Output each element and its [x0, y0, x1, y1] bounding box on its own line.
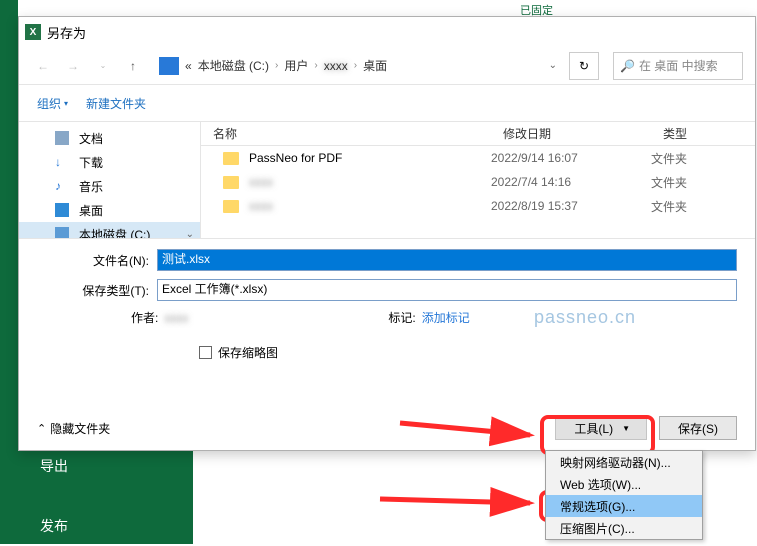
file-date: 2022/9/14 16:07: [491, 151, 651, 165]
file-list[interactable]: 名称 修改日期 类型 PassNeo for PDF 2022/9/14 16:…: [201, 122, 755, 238]
breadcrumb-sep-icon: ›: [275, 60, 278, 71]
breadcrumb-username[interactable]: xxxx: [324, 59, 348, 73]
file-list-header: 名称 修改日期 类型: [201, 122, 755, 146]
tags-label: 标记:: [388, 309, 415, 326]
save-form: 文件名(N): 测试.xlsx 保存类型(T): Excel 工作簿(*.xls…: [19, 239, 755, 367]
search-input[interactable]: 🔍 在 桌面 中搜索: [613, 52, 743, 80]
sidebar-item-music[interactable]: ♪ 音乐: [19, 174, 200, 198]
breadcrumb-sep-icon: ›: [314, 60, 317, 71]
music-icon: ♪: [55, 179, 69, 193]
tools-dropdown-button[interactable]: 工具(L) ▼: [555, 416, 647, 440]
folder-icon: [223, 200, 239, 213]
watermark-text: passneo.cn: [534, 307, 636, 328]
file-type: 文件夹: [651, 174, 755, 191]
filename-input[interactable]: 测试.xlsx: [157, 249, 737, 271]
filetype-label: 保存类型(T):: [37, 282, 157, 299]
dialog-titlebar: X 另存为: [19, 17, 755, 47]
drive-icon: [55, 227, 69, 238]
desktop-icon: [55, 203, 69, 217]
search-icon: 🔍: [620, 59, 635, 73]
sidebar-item-label: 文档: [79, 130, 103, 147]
hide-folders-toggle[interactable]: 隐藏文件夹: [37, 420, 110, 437]
folder-tree[interactable]: 文档 ↓ 下载 ♪ 音乐 桌面 本地磁盘 (C:) ⌄: [19, 122, 201, 238]
annotation-arrow: [380, 487, 550, 520]
breadcrumb-users[interactable]: 用户: [284, 57, 308, 74]
explorer-toolbar: 组织▾ 新建文件夹: [19, 85, 755, 121]
author-value[interactable]: xxxx: [164, 311, 188, 325]
sidebar-item-downloads[interactable]: ↓ 下载: [19, 150, 200, 174]
nav-history-dropdown[interactable]: ⌄: [91, 52, 115, 80]
thumbnail-checkbox[interactable]: [199, 346, 212, 359]
sidebar-item-drive-c[interactable]: 本地磁盘 (C:) ⌄: [19, 222, 200, 238]
breadcrumb-overflow[interactable]: «: [185, 59, 192, 73]
new-folder-button[interactable]: 新建文件夹: [86, 95, 146, 112]
sidebar-item-desktop[interactable]: 桌面: [19, 198, 200, 222]
caret-up-icon: [37, 421, 46, 435]
thumbnail-checkbox-label: 保存缩略图: [218, 344, 278, 361]
sidebar-item-label: 桌面: [79, 202, 103, 219]
search-placeholder: 在 桌面 中搜索: [639, 57, 718, 74]
tools-dropdown-menu: 映射网络驱动器(N)... Web 选项(W)... 常规选项(G)... 压缩…: [545, 450, 703, 540]
excel-menu-export[interactable]: 导出: [18, 446, 193, 486]
excel-sidebar-strip: [0, 0, 18, 544]
file-date: 2022/7/4 14:16: [491, 175, 651, 189]
explorer-navbar: ← → ⌄ ↑ « 本地磁盘 (C:) › 用户 › xxxx › 桌面 ⌄ ↻…: [19, 47, 755, 85]
nav-up-button[interactable]: ↑: [121, 52, 145, 80]
tags-add-link[interactable]: 添加标记: [422, 309, 470, 326]
menu-web-options[interactable]: Web 选项(W)...: [546, 473, 702, 495]
excel-menu-publish[interactable]: 发布: [18, 506, 193, 546]
breadcrumb-desktop[interactable]: 桌面: [363, 57, 387, 74]
file-name: xxxx: [249, 199, 273, 213]
file-name: xxxx: [249, 175, 273, 189]
file-date: 2022/8/19 15:37: [491, 199, 651, 213]
menu-compress-images[interactable]: 压缩图片(C)...: [546, 517, 702, 539]
folder-icon: [223, 152, 239, 165]
breadcrumb[interactable]: « 本地磁盘 (C:) › 用户 › xxxx › 桌面: [185, 57, 543, 74]
file-name: PassNeo for PDF: [249, 151, 342, 165]
sidebar-item-label: 音乐: [79, 178, 103, 195]
save-as-dialog: X 另存为 ← → ⌄ ↑ « 本地磁盘 (C:) › 用户 › xxxx › …: [18, 16, 756, 451]
excel-backstage-menu: 导出 发布: [18, 440, 193, 544]
menu-map-network-drive[interactable]: 映射网络驱动器(N)...: [546, 451, 702, 473]
filetype-dropdown[interactable]: Excel 工作簿(*.xlsx): [157, 279, 737, 301]
column-type-header[interactable]: 类型: [651, 125, 755, 142]
sidebar-item-label: 下载: [79, 154, 103, 171]
breadcrumb-sep-icon: ›: [354, 60, 357, 71]
download-icon: ↓: [55, 155, 69, 169]
filename-label: 文件名(N):: [37, 252, 157, 269]
dialog-title: 另存为: [47, 23, 86, 42]
file-type: 文件夹: [651, 150, 755, 167]
sidebar-item-label: 本地磁盘 (C:): [79, 226, 150, 239]
menu-general-options[interactable]: 常规选项(G)...: [546, 495, 702, 517]
chevron-down-icon: ▾: [64, 99, 68, 108]
dialog-footer: 隐藏文件夹 工具(L) ▼ 保存(S): [19, 416, 755, 440]
file-type: 文件夹: [651, 198, 755, 215]
excel-icon: X: [25, 24, 41, 40]
save-button[interactable]: 保存(S): [659, 416, 737, 440]
refresh-button[interactable]: ↻: [569, 52, 599, 80]
breadcrumb-dropdown-icon[interactable]: ⌄: [549, 60, 557, 71]
breadcrumb-drive[interactable]: 本地磁盘 (C:): [198, 57, 269, 74]
file-row[interactable]: xxxx 2022/8/19 15:37 文件夹: [201, 194, 755, 218]
folder-icon: [223, 176, 239, 189]
sidebar-item-documents[interactable]: 文档: [19, 126, 200, 150]
chevron-down-icon: ⌄: [186, 229, 194, 239]
author-label: 作者:: [131, 309, 158, 326]
file-row[interactable]: PassNeo for PDF 2022/9/14 16:07 文件夹: [201, 146, 755, 170]
column-name-header[interactable]: 名称: [201, 125, 491, 142]
nav-back-button[interactable]: ←: [31, 52, 55, 80]
document-icon: [55, 131, 69, 145]
column-date-header[interactable]: 修改日期: [491, 125, 651, 142]
file-row[interactable]: xxxx 2022/7/4 14:16 文件夹: [201, 170, 755, 194]
dropdown-arrow-icon: ▼: [622, 424, 630, 433]
nav-forward-button[interactable]: →: [61, 52, 85, 80]
organize-button[interactable]: 组织▾: [37, 95, 68, 112]
drive-icon: [159, 57, 179, 75]
